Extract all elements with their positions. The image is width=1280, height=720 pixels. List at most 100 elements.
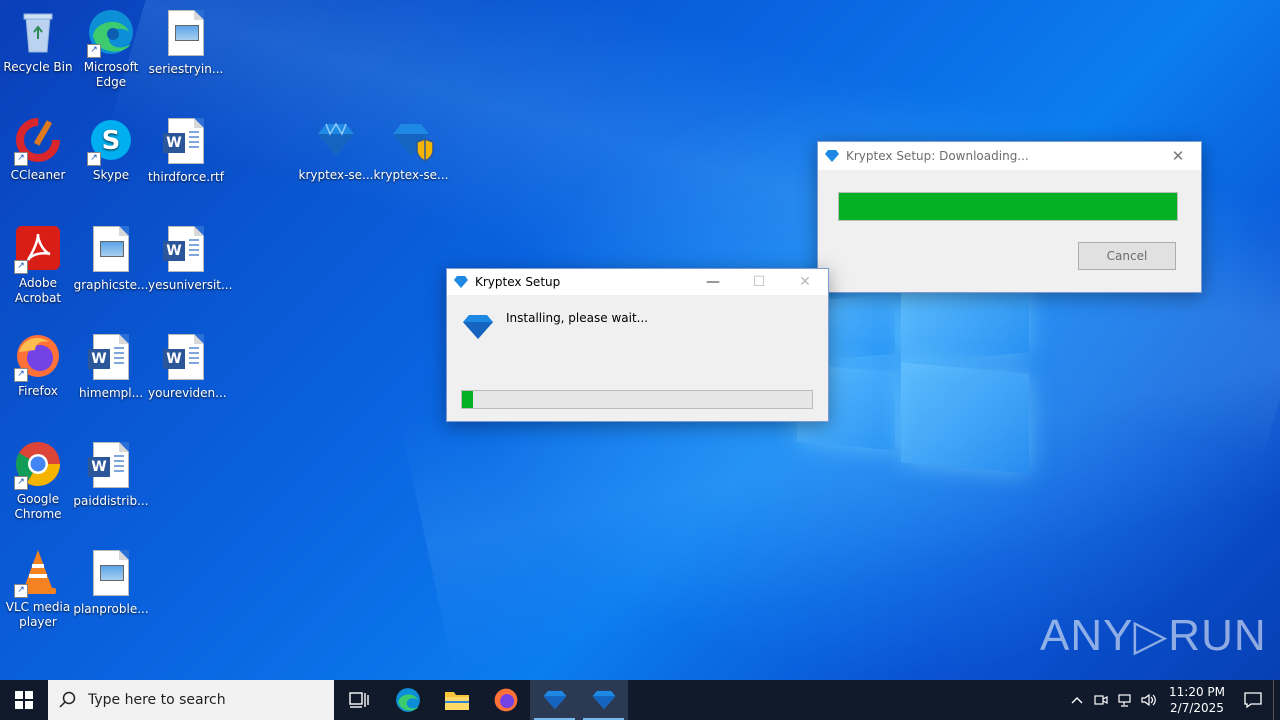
install-progress-bar [461,390,813,409]
kryptex-diamond-icon [463,315,493,339]
show-desktop-button[interactable] [1273,680,1280,720]
edge-icon [395,688,420,712]
desktop-icon-image-file[interactable]: graphicste... [73,224,149,293]
kryptex-diamond-icon [825,150,839,162]
desktop-icon-word-file[interactable]: W youreviden... [148,332,227,401]
desktop-icon-vlc[interactable]: ↗ VLC media player [0,548,76,630]
search-placeholder: Type here to search [88,692,226,708]
setup-window[interactable]: Kryptex Setup — ☐ ✕ Installing, please w… [446,268,829,422]
icon-label: Google Chrome [14,492,62,521]
download-progress-bar [838,192,1178,221]
desktop-icon-word-file[interactable]: W yesuniversit... [148,224,233,293]
desktop-icon-kryptex-setup[interactable]: kryptex-se... [298,116,374,183]
taskbar-file-explorer-button[interactable] [432,680,481,720]
icon-label: CCleaner [10,168,66,182]
word-document-icon: W [87,334,135,382]
minimize-icon[interactable]: — [690,269,736,295]
desktop-icon-adobe-acrobat[interactable]: ↗ Adobe Acrobat [0,224,76,306]
icon-label: Recycle Bin [3,60,73,74]
desktop-icon-word-file[interactable]: W paiddistrib... [73,440,149,509]
desktop-icon-firefox[interactable]: ↗ Firefox [0,332,76,399]
task-view-icon [348,692,369,708]
anyrun-watermark: ANY▷RUN [1040,611,1267,660]
setup-window-titlebar[interactable]: Kryptex Setup — ☐ ✕ [447,269,828,295]
clock-date: 2/7/2025 [1170,701,1224,715]
firefox-icon [494,688,517,712]
word-document-icon: W [162,118,210,166]
icon-label: Microsoft Edge [83,60,139,89]
taskbar: Type here to search 11:20 PM 2/7/2025 [0,680,1280,720]
chevron-up-icon[interactable] [1065,696,1089,704]
desktop-icon-word-file[interactable]: W himempl... [73,332,149,401]
installing-status-text: Installing, please wait... [506,311,649,325]
icon-label: thirdforce.rtf [148,170,224,184]
shortcut-arrow-icon: ↗ [14,584,28,598]
icon-label: himempl... [78,386,144,400]
desktop-icon-image-file[interactable]: planproble... [73,548,149,617]
kryptex-diamond-icon [387,116,435,164]
download-window[interactable]: Kryptex Setup: Downloading... ✕ Cancel [817,141,1202,293]
icon-label: Adobe Acrobat [14,276,62,305]
desktop-icon-microsoft-edge[interactable]: ↗ Microsoft Edge [73,8,149,90]
network-icon[interactable] [1113,692,1137,708]
shortcut-arrow-icon: ↗ [14,476,28,490]
taskbar-kryptex-button[interactable] [579,680,628,720]
icon-label: seriestryin... [148,62,224,76]
desktop-icon-skype[interactable]: S ↗ Skype [73,116,149,183]
desktop-icon-image-file[interactable]: seriestryin... [148,8,224,77]
clock-time: 11:20 PM [1169,685,1225,699]
icon-label: youreviden... [148,386,227,400]
system-tray: 11:20 PM 2/7/2025 [1065,680,1280,720]
cancel-button[interactable]: Cancel [1078,242,1176,270]
icon-label: graphicste... [73,278,149,292]
icon-label: planproble... [73,602,149,616]
download-window-title: Kryptex Setup: Downloading... [846,149,1029,163]
shortcut-arrow-icon: ↗ [14,368,28,382]
icon-label: kryptex-se... [298,168,374,182]
desktop-icon-recycle-bin[interactable]: Recycle Bin [0,8,76,75]
icon-label: kryptex-se... [373,168,449,182]
folder-icon [444,692,469,710]
meet-now-icon[interactable] [1089,692,1113,708]
icon-label: Firefox [18,384,58,398]
windows-start-icon [15,691,33,709]
svg-text:S: S [102,126,121,156]
kryptex-diamond-icon [454,276,468,288]
chrome-icon: ↗ [14,440,62,490]
firefox-icon: ↗ [14,332,62,382]
shortcut-arrow-icon: ↗ [87,44,101,58]
icon-label: yesuniversit... [148,278,233,292]
image-file-icon [162,10,210,58]
shortcut-arrow-icon: ↗ [14,152,28,166]
setup-window-title: Kryptex Setup [475,275,561,289]
desktop-icon-google-chrome[interactable]: ↗ Google Chrome [0,440,76,522]
taskbar-firefox-button[interactable] [481,680,530,720]
desktop-icon-rtf-file[interactable]: W thirdforce.rtf [148,116,224,185]
vlc-cone-icon: ↗ [14,548,62,598]
adobe-acrobat-icon: ↗ [14,224,62,274]
task-view-button[interactable] [334,680,383,720]
image-file-icon [87,550,135,598]
maximize-icon[interactable]: ☐ [736,269,782,295]
taskbar-edge-button[interactable] [383,680,432,720]
ccleaner-icon: ↗ [14,116,62,166]
taskbar-search-box[interactable]: Type here to search [48,680,334,720]
windows-logo-wallpaper [797,278,1029,478]
desktop-icon-ccleaner[interactable]: ↗ CCleaner [0,116,76,183]
taskbar-kryptex-button[interactable] [530,680,579,720]
search-icon [48,691,88,709]
word-document-icon: W [162,334,210,382]
icon-label: Skype [92,168,130,182]
icon-label: VLC media player [5,600,71,629]
image-file-icon [87,226,135,274]
taskbar-clock[interactable]: 11:20 PM 2/7/2025 [1161,684,1233,716]
notification-center-icon[interactable] [1233,692,1273,708]
download-progress-fill [839,193,1177,220]
close-icon[interactable]: ✕ [782,269,828,295]
start-button[interactable] [0,680,48,720]
close-icon[interactable]: ✕ [1155,143,1201,169]
volume-icon[interactable] [1137,692,1161,708]
desktop-icon-kryptex-setup-admin[interactable]: kryptex-se... [373,116,449,183]
download-window-titlebar[interactable]: Kryptex Setup: Downloading... ✕ [818,142,1201,170]
install-progress-fill [462,391,473,408]
